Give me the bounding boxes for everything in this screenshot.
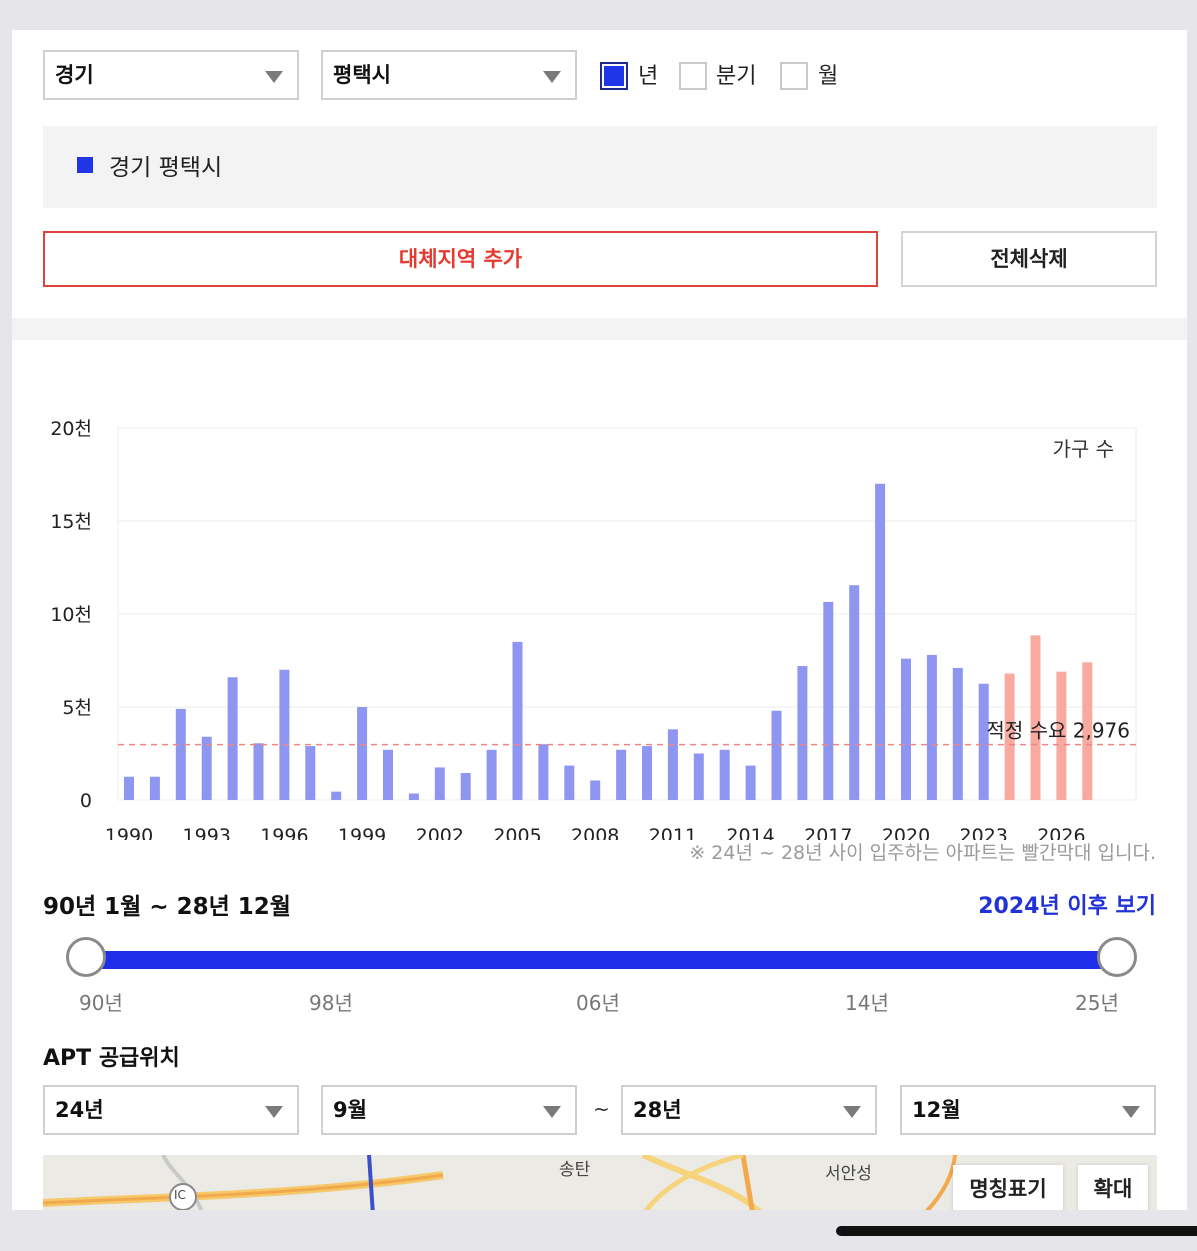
bar: [460, 773, 471, 800]
y-tick-label: 20천: [50, 418, 92, 440]
to-month-select[interactable]: 12월: [900, 1085, 1156, 1135]
range-separator: ~: [593, 1097, 610, 1121]
y-tick-label: 5천: [62, 697, 92, 719]
map-names-button[interactable]: 명칭표기: [953, 1165, 1063, 1210]
bar: [745, 765, 756, 800]
checkbox-year[interactable]: [600, 62, 628, 90]
x-tick-label: 1996: [260, 825, 308, 840]
section-divider: [12, 318, 1187, 340]
bar: [383, 749, 393, 800]
bar: [538, 744, 549, 800]
bar: [408, 793, 419, 800]
map-label-seoanseong: 서안성: [825, 1164, 872, 1184]
range-tick: 14년: [845, 991, 889, 1015]
province-select[interactable]: 경기: [43, 50, 299, 100]
legend-box: 경기 평택시: [43, 126, 1157, 208]
supply-map[interactable]: 송탄 서안성 IC 명칭표기 확대: [43, 1155, 1157, 1210]
bar: [564, 765, 575, 800]
range-tick: 06년: [576, 991, 620, 1015]
checkbox-quarter-label: 분기: [716, 64, 757, 89]
chevron-down-icon: [265, 71, 283, 83]
unit-label: 가구 수: [1052, 437, 1114, 461]
bar: [926, 654, 937, 800]
bar: [823, 601, 834, 800]
view-after-2024-link[interactable]: 2024년 이후 보기: [978, 888, 1156, 920]
bar: [642, 746, 652, 800]
bar: [175, 708, 186, 800]
to-year-select[interactable]: 28년: [621, 1085, 877, 1135]
bar: [719, 749, 730, 800]
bar: [797, 666, 808, 800]
bar: [201, 736, 212, 800]
add-region-button[interactable]: 대체지역 추가: [43, 231, 878, 287]
checkbox-month-label: 월: [818, 64, 839, 89]
range-slider-start-handle[interactable]: [66, 937, 106, 977]
bar: [227, 677, 238, 800]
range-tick: 90년: [79, 991, 123, 1015]
chevron-down-icon: [843, 1106, 861, 1118]
checkbox-month[interactable]: [780, 62, 808, 90]
supply-bar-chart: 20천 15천 10천 5천 0 1990 1993 1996 1999 2002 2005 2008…: [50, 418, 1137, 840]
bar: [279, 669, 290, 800]
legend-label: 경기 평택시: [109, 155, 223, 181]
delete-all-button[interactable]: 전체삭제: [901, 231, 1157, 287]
from-year-value: 24년: [55, 1098, 104, 1122]
bar: [616, 749, 627, 800]
chevron-down-icon: [265, 1106, 283, 1118]
x-tick-label: 2008: [571, 825, 619, 840]
bar: [357, 707, 368, 800]
bar: [331, 791, 342, 800]
y-tick-label: 15천: [50, 511, 92, 533]
x-tick-label: 1990: [105, 825, 153, 840]
province-value: 경기: [55, 63, 94, 87]
from-month-select[interactable]: 9월: [321, 1085, 577, 1135]
main-card: 경기 평택시 년 분기 월 경기 평택시 대체지역 추가 전체삭제 20천 15천…: [12, 30, 1187, 1210]
bar: [875, 483, 886, 800]
supply-location-title: APT 공급위치: [43, 1046, 180, 1071]
chevron-down-icon: [543, 1106, 561, 1118]
bar: [149, 776, 160, 800]
bar: [512, 641, 523, 800]
range-tick: 25년: [1075, 991, 1119, 1015]
chevron-down-icon: [543, 71, 561, 83]
checkbox-year-label: 년: [638, 64, 659, 89]
from-year-select[interactable]: 24년: [43, 1085, 299, 1135]
bar: [253, 743, 264, 800]
checkbox-quarter[interactable]: [679, 62, 707, 90]
bar: [901, 658, 911, 800]
home-indicator: [836, 1226, 1197, 1236]
range-tick: 98년: [309, 991, 353, 1015]
bar: [667, 729, 678, 800]
to-year-value: 28년: [633, 1098, 682, 1122]
to-month-value: 12월: [912, 1098, 961, 1122]
bar: [590, 780, 601, 800]
legend-swatch: [77, 157, 93, 173]
range-slider-end-handle[interactable]: [1097, 937, 1137, 977]
bar: [305, 746, 316, 800]
map-label-songtan: 송탄: [559, 1160, 591, 1180]
range-slider-track[interactable]: [86, 951, 1116, 969]
y-tick-label: 10천: [50, 604, 92, 626]
bar: [486, 749, 497, 800]
map-zoom-button[interactable]: 확대: [1078, 1165, 1148, 1210]
x-tick-label: 2002: [416, 825, 464, 840]
chevron-down-icon: [1122, 1106, 1140, 1118]
x-tick-label: 1999: [338, 825, 386, 840]
reference-line-label: 적정 수요 2,976: [986, 719, 1130, 743]
chart-note: ※ 24년 ~ 28년 사이 입주하는 아파트는 빨간막대 입니다.: [689, 842, 1156, 864]
bar: [693, 753, 704, 800]
map-label-ic: IC: [174, 1188, 186, 1202]
range-title: 90년 1월 ~ 28년 12월: [43, 894, 291, 920]
bar: [434, 767, 445, 800]
from-month-value: 9월: [333, 1098, 367, 1122]
y-tick-label: 0: [80, 790, 92, 812]
bar: [124, 776, 134, 800]
bar: [849, 585, 860, 800]
bar: [952, 667, 963, 800]
x-tick-label: 1993: [183, 825, 231, 840]
city-value: 평택시: [333, 63, 391, 87]
city-select[interactable]: 평택시: [321, 50, 577, 100]
bar: [771, 710, 782, 800]
x-tick-label: 2005: [493, 825, 541, 840]
